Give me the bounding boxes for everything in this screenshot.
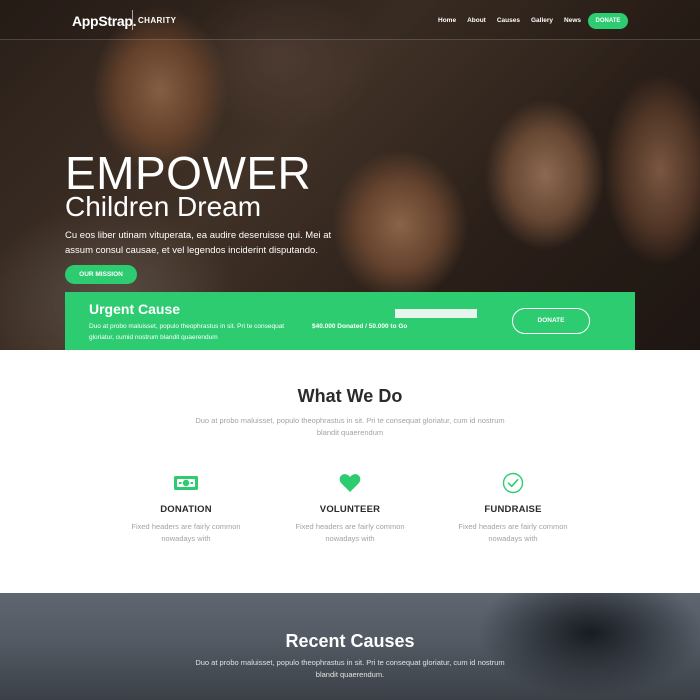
nav-donate-button[interactable]: DONATE bbox=[588, 13, 628, 29]
logo-divider bbox=[132, 10, 133, 30]
hero-subtitle: Children Dream bbox=[65, 191, 262, 222]
recent-causes-description: Duo at probo maluisset, populo theophras… bbox=[195, 658, 505, 679]
our-mission-button[interactable]: OUR MISSION bbox=[65, 265, 137, 284]
urgent-cause-title: Urgent Cause bbox=[89, 301, 181, 317]
feature-volunteer: VOLUNTEER Fixed headers are fairly commo… bbox=[280, 470, 420, 545]
urgent-cause-text: Duo at probo maluisset, populo theophras… bbox=[89, 323, 285, 341]
nav-link-causes[interactable]: Causes bbox=[497, 17, 520, 24]
urgent-donate-button[interactable]: DONATE bbox=[512, 308, 590, 334]
feature-text: Fixed headers are fairly common nowadays… bbox=[458, 522, 568, 543]
recent-causes-section: Recent Causes Duo at probo maluisset, po… bbox=[0, 593, 700, 700]
feature-fundraise: FUNDRAISE Fixed headers are fairly commo… bbox=[443, 470, 583, 545]
urgent-cause-banner: Urgent Cause Duo at probo maluisset, pop… bbox=[65, 292, 635, 350]
recent-causes-title: Recent Causes bbox=[285, 631, 415, 651]
donation-progress-fill bbox=[312, 309, 395, 318]
hero-title: EMPOWER bbox=[65, 147, 312, 199]
check-circle-icon bbox=[443, 470, 583, 496]
nav-link-about[interactable]: About bbox=[467, 17, 486, 24]
hero-text: Cu eos liber utinam vituperata, ea audir… bbox=[65, 230, 332, 256]
logo-subtitle: CHARITY bbox=[138, 16, 177, 25]
what-we-do-title: What We Do bbox=[297, 386, 403, 406]
feature-title: VOLUNTEER bbox=[319, 504, 381, 515]
nav-links: Home About Causes Gallery News bbox=[438, 17, 592, 24]
nav-link-home[interactable]: Home bbox=[438, 17, 456, 24]
logo[interactable]: AppStrap. bbox=[72, 13, 137, 29]
feature-text: Fixed headers are fairly common nowadays… bbox=[131, 522, 241, 543]
feature-title: DONATION bbox=[160, 504, 212, 515]
what-we-do-description: Duo at probo maluisset, populo theophras… bbox=[195, 416, 505, 437]
money-icon bbox=[116, 470, 256, 496]
donation-progress-label: $40.000 Donated / 50.000 to Go bbox=[312, 323, 408, 330]
feature-title: FUNDRAISE bbox=[484, 504, 542, 515]
hero-section: AppStrap. CHARITY Home About Causes Gall… bbox=[0, 0, 700, 350]
donation-progress-bar bbox=[312, 309, 477, 318]
feature-text: Fixed headers are fairly common nowadays… bbox=[295, 522, 405, 543]
nav-link-news[interactable]: News bbox=[564, 17, 581, 24]
nav-link-gallery[interactable]: Gallery bbox=[531, 17, 553, 24]
feature-donation: DONATION Fixed headers are fairly common… bbox=[116, 470, 256, 545]
heart-icon bbox=[280, 470, 420, 496]
navbar: AppStrap. CHARITY Home About Causes Gall… bbox=[0, 0, 700, 40]
